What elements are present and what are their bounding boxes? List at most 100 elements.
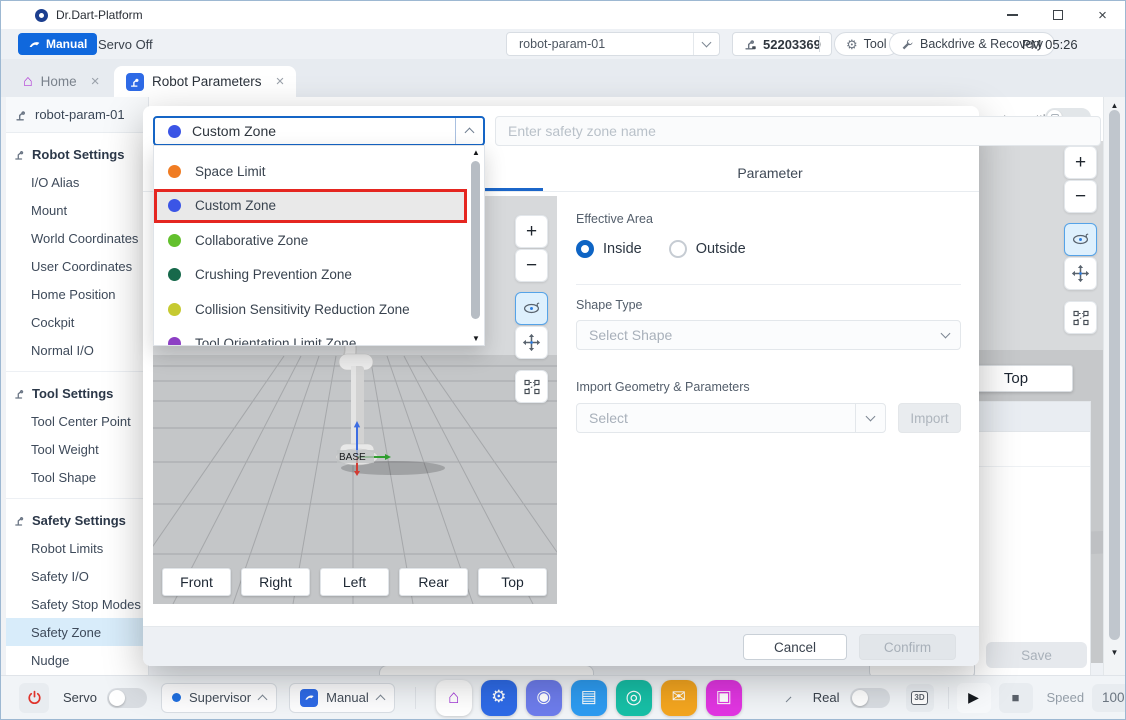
sidebar-item[interactable]: Tool Shape — [1, 463, 148, 491]
preset-select[interactable]: robot-param-01 — [506, 32, 720, 56]
scrollbar-thumb[interactable] — [471, 161, 480, 319]
role-select[interactable]: Supervisor — [161, 683, 277, 713]
cancel-button[interactable]: Cancel — [743, 634, 847, 660]
close-button[interactable]: × — [1080, 1, 1125, 29]
sidebar-item[interactable]: Mount — [1, 196, 148, 224]
shape-type-select[interactable]: Select Shape — [576, 320, 961, 350]
sidebar-item[interactable]: Tool Center Point — [1, 407, 148, 435]
sidebar-item[interactable]: World Coordinates — [1, 224, 148, 252]
zone-type-option[interactable]: Space Limit — [154, 154, 467, 189]
zone-list-panel-header — [975, 402, 1090, 432]
rotate-view-button[interactable] — [1064, 223, 1097, 256]
dropdown-scrollbar[interactable]: ▲ ▼ — [470, 148, 482, 343]
close-tab-icon[interactable]: × — [276, 73, 285, 90]
radio-inside[interactable] — [576, 240, 594, 258]
view-button[interactable]: Left — [320, 568, 389, 596]
save-button[interactable]: Save — [986, 642, 1087, 668]
top-toolbar: Manual Servo Off robot-param-01 52203369… — [1, 29, 1125, 59]
store-app-icon[interactable] — [706, 680, 742, 716]
pan-icon — [522, 333, 541, 352]
zone-type-option[interactable]: Collaborative Zone — [154, 223, 467, 258]
stop-button[interactable]: ■ — [999, 683, 1033, 713]
gear-icon: ⚙ — [846, 38, 858, 51]
confirm-button[interactable]: Confirm — [859, 634, 956, 660]
view-button[interactable]: Front — [162, 568, 231, 596]
close-tab-icon[interactable]: × — [91, 73, 100, 90]
zone-list-panel: Save — [974, 401, 1091, 675]
maximize-button[interactable] — [1035, 1, 1080, 29]
zoom-in-button[interactable]: + — [515, 215, 548, 248]
page-scrollbar[interactable]: ▲ ▼ — [1103, 97, 1125, 675]
zone-name-input[interactable] — [495, 116, 1101, 146]
sidebar-scrollbar[interactable] — [1, 97, 6, 675]
tab-parameter[interactable]: Parameter — [561, 165, 979, 181]
view-button[interactable]: Right — [241, 568, 310, 596]
message-app-icon[interactable] — [661, 680, 697, 716]
3d-view-button[interactable]: 3D — [906, 684, 934, 712]
tab-robot-parameters[interactable]: Robot Parameters × — [114, 66, 296, 97]
real-mode-toggle[interactable] — [850, 688, 890, 708]
chevron-down-icon — [693, 33, 719, 55]
toolbar-divider — [819, 36, 820, 52]
monitoring-app-icon[interactable] — [616, 680, 652, 716]
power-button[interactable] — [19, 683, 49, 713]
sidebar-section-title: Safety Settings — [1, 506, 148, 534]
sidebar-item[interactable]: I/O Alias — [1, 168, 148, 196]
sidebar-item[interactable]: Safety I/O — [1, 562, 148, 590]
play-icon: ▶ — [968, 689, 979, 706]
zone-type-option[interactable]: Custom Zone — [154, 189, 467, 224]
zoom-out-button[interactable]: − — [515, 249, 548, 282]
mode-select[interactable]: Manual — [289, 683, 395, 713]
measure-button[interactable] — [1064, 301, 1097, 334]
servo-toggle[interactable] — [107, 688, 147, 708]
sidebar-item[interactable]: Safety Zone — [1, 618, 148, 646]
import-source-select[interactable]: Select — [576, 403, 886, 433]
app-glyph-icon — [448, 688, 459, 708]
rotate-view-button[interactable] — [515, 292, 548, 325]
sidebar-item[interactable]: Safety Stop Modes — [1, 590, 148, 618]
sidebar-item[interactable]: Robot Limits — [1, 534, 148, 562]
play-button[interactable]: ▶ — [957, 683, 991, 713]
zone-type-select[interactable]: Custom Zone — [153, 116, 485, 146]
remote-control-app-icon[interactable] — [526, 680, 562, 716]
view-button[interactable]: Rear — [399, 568, 468, 596]
base-label: BASE — [339, 452, 366, 463]
zoom-out-button[interactable]: − — [1064, 180, 1097, 213]
app-glyph-icon — [491, 688, 506, 707]
divider — [948, 687, 949, 709]
sidebar-item[interactable]: User Coordinates — [1, 252, 148, 280]
robot-serial-box[interactable]: 52203369 — [732, 32, 832, 56]
zone-type-option[interactable]: Collision Sensitivity Reduction Zone — [154, 292, 467, 327]
tab-home[interactable]: ⌂ Home × — [11, 66, 111, 97]
sidebar-item[interactable]: Home Position — [1, 280, 148, 308]
scroll-up-icon[interactable]: ▲ — [470, 148, 482, 157]
chevron-down-icon — [942, 333, 960, 337]
radio-outside[interactable] — [669, 240, 687, 258]
minimize-button[interactable] — [990, 1, 1035, 29]
zone-type-option[interactable]: Tool Orientation Limit Zone — [154, 327, 467, 347]
mode-manual-button[interactable]: Manual — [18, 33, 97, 55]
measure-button[interactable] — [515, 370, 548, 403]
zoom-in-button[interactable]: + — [1064, 146, 1097, 179]
maximize-icon — [1053, 10, 1063, 20]
pan-view-button[interactable] — [515, 326, 548, 359]
import-button[interactable]: Import — [898, 403, 961, 433]
dock-expand-chevron-icon[interactable] — [785, 696, 791, 702]
scrollbar-thumb[interactable] — [1109, 110, 1120, 640]
sidebar-item[interactable]: Cockpit — [1, 308, 148, 336]
close-icon: × — [1098, 7, 1107, 24]
rotate-icon — [1071, 230, 1090, 249]
zone-type-option[interactable]: Crushing Prevention Zone — [154, 258, 467, 293]
sidebar-item[interactable]: Normal I/O — [1, 336, 148, 364]
robot-params-app-icon[interactable] — [481, 680, 517, 716]
sidebar-item[interactable]: Tool Weight — [1, 435, 148, 463]
scroll-down-icon[interactable]: ▼ — [470, 334, 482, 343]
task-writer-app-icon[interactable] — [571, 680, 607, 716]
view-button[interactable]: Top — [478, 568, 547, 596]
sidebar-item[interactable]: Nudge — [1, 646, 148, 674]
pan-view-button[interactable] — [1064, 257, 1097, 290]
speed-value[interactable]: 100 % — [1092, 684, 1126, 712]
scroll-up-icon[interactable]: ▲ — [1104, 101, 1125, 110]
home-app-icon[interactable] — [436, 680, 472, 716]
scroll-down-icon[interactable]: ▼ — [1104, 648, 1125, 657]
